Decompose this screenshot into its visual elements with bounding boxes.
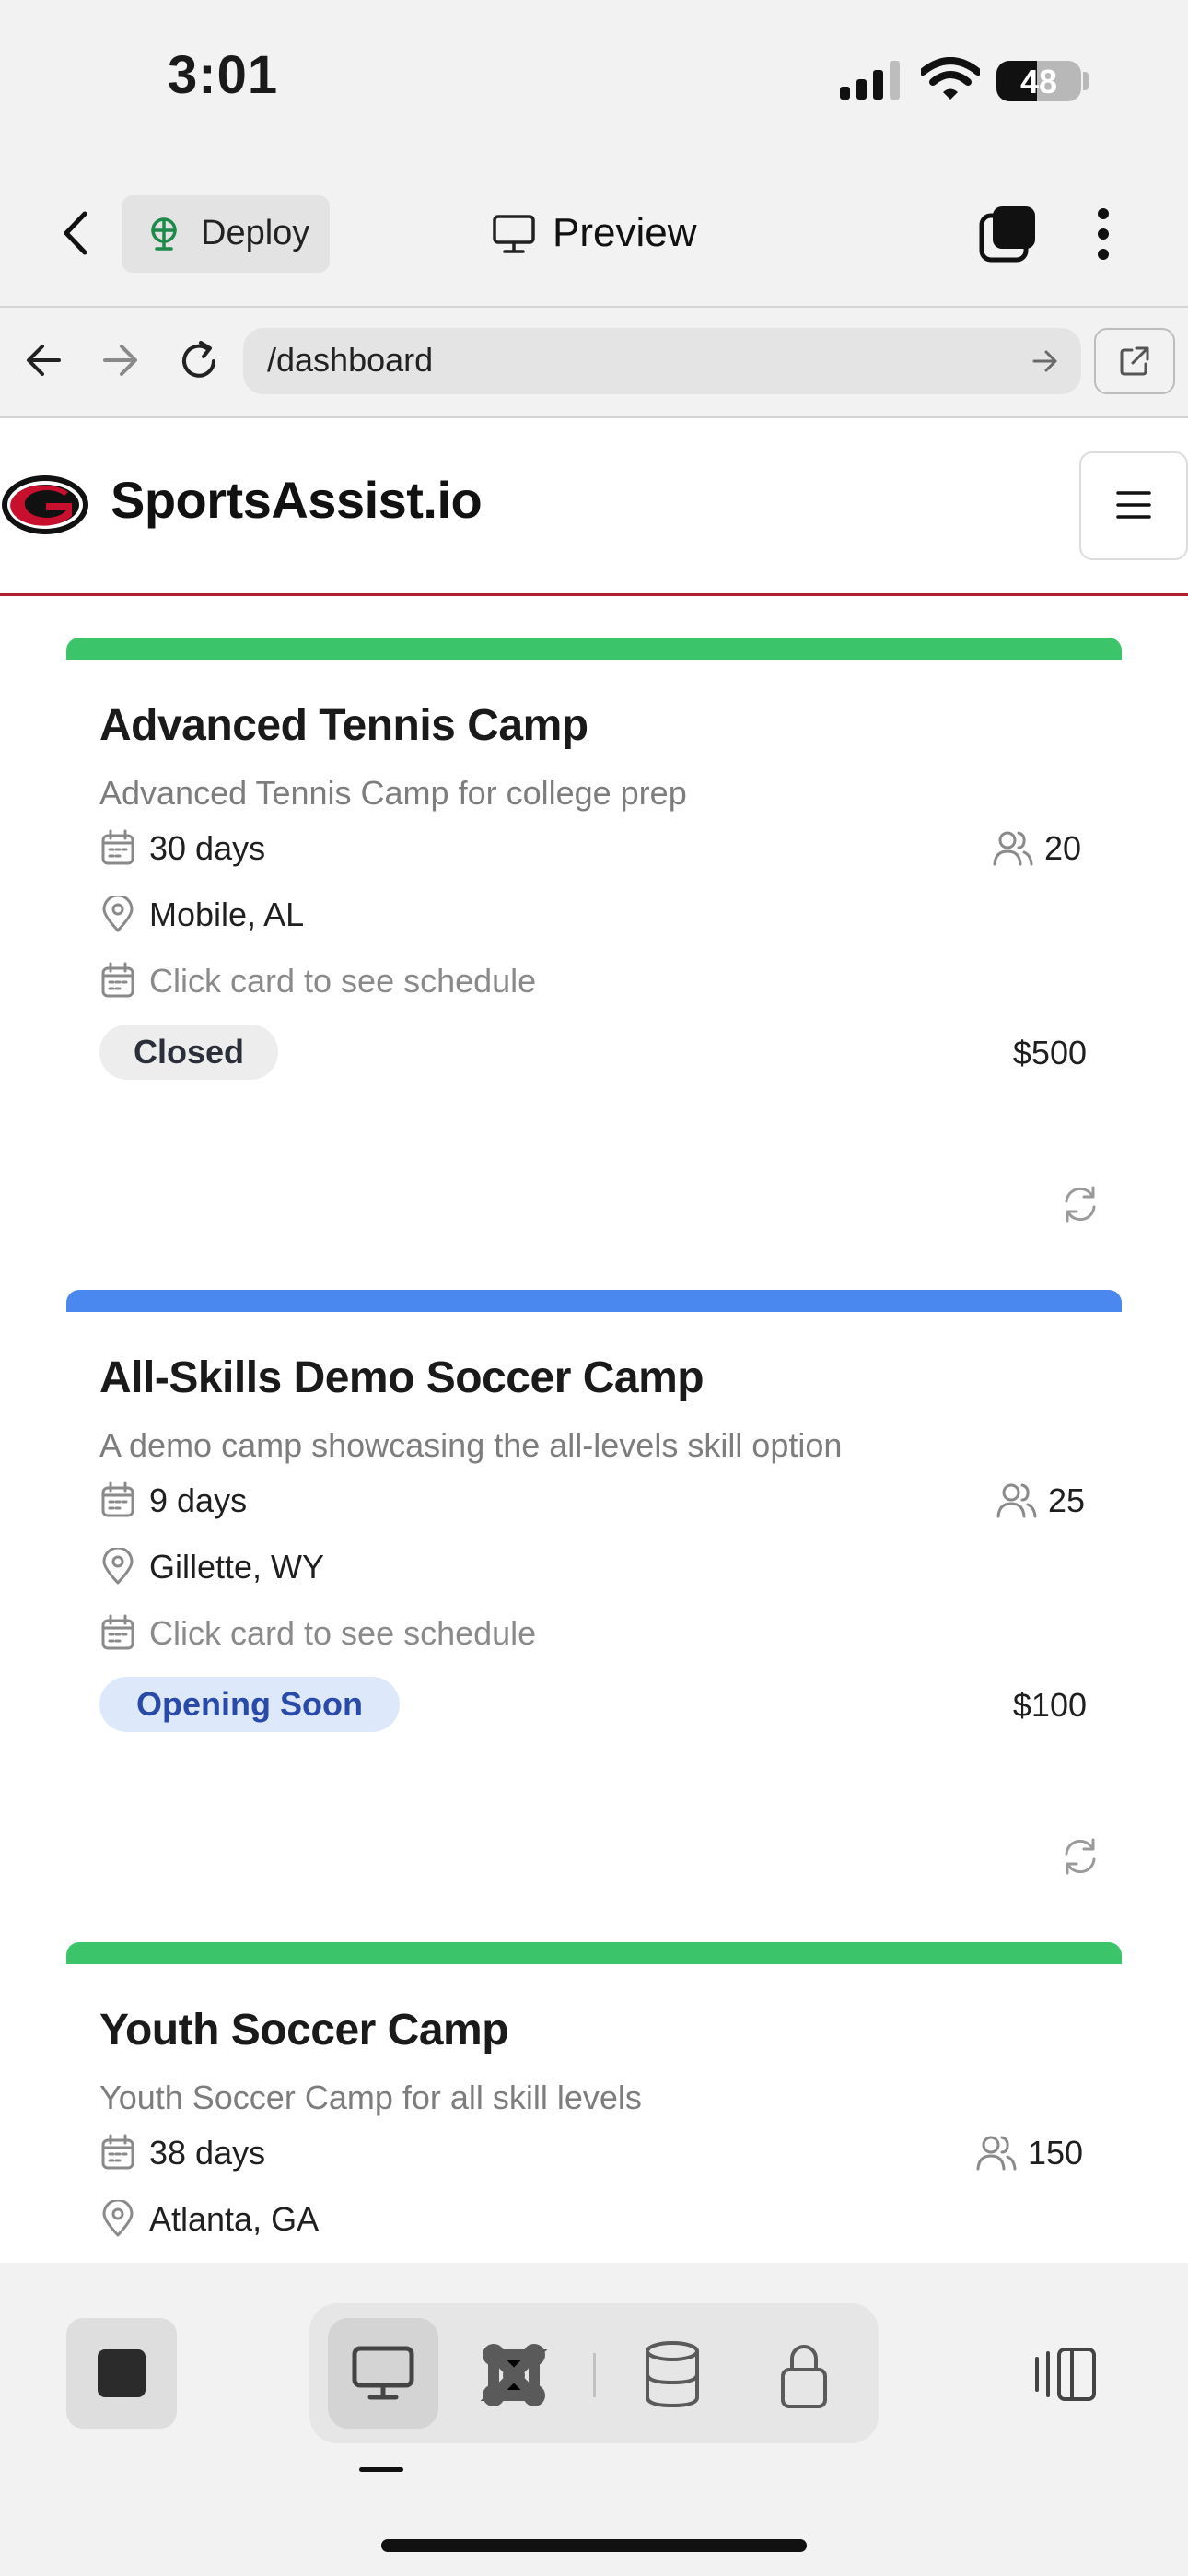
calendar-icon	[101, 1481, 134, 1517]
brand-name[interactable]: SportsAssist.io	[111, 470, 483, 530]
camp-duration: 30 days	[149, 829, 266, 867]
calendar-icon	[101, 829, 134, 865]
camp-title[interactable]: Advanced Tennis Camp	[99, 700, 588, 751]
url-text: /dashboard	[267, 341, 434, 379]
home-indicator	[381, 2539, 807, 2552]
schedule-link[interactable]: Click card to see schedule	[149, 1614, 536, 1653]
calendar-icon	[101, 962, 134, 998]
back-arrow-icon[interactable]	[24, 343, 63, 378]
deploy-label: Deploy	[201, 214, 310, 252]
hamburger-menu-icon	[1116, 491, 1151, 519]
camp-capacity: 150	[1028, 2134, 1084, 2172]
map-pin-icon	[102, 2200, 134, 2237]
card-accent-bar	[66, 1290, 1122, 1312]
users-icon	[996, 1483, 1037, 1518]
database-icon[interactable]	[643, 2340, 702, 2408]
map-pin-icon	[102, 896, 134, 932]
external-link-icon	[1120, 346, 1149, 376]
stop-icon	[98, 2349, 146, 2397]
reload-icon[interactable]	[177, 339, 221, 383]
battery-icon: 48	[996, 61, 1081, 101]
camp-price: $100	[1012, 1686, 1087, 1724]
panel-toggle-icon[interactable]	[1033, 2346, 1098, 2403]
brand-logo[interactable]	[0, 474, 90, 536]
card-accent-bar	[66, 1942, 1122, 1964]
refresh-icon[interactable]	[1059, 1835, 1101, 1878]
cellular-signal-icon	[840, 61, 900, 100]
camp-capacity: 20	[1044, 829, 1082, 867]
camp-price: $500	[1012, 1034, 1087, 1071]
more-vertical-icon[interactable]	[1094, 206, 1112, 262]
camp-location: Gillette, WY	[149, 1548, 325, 1586]
users-icon	[976, 2136, 1017, 2171]
schedule-link[interactable]: Click card to see schedule	[149, 962, 536, 1001]
battery-cap	[1083, 72, 1089, 90]
map-pin-icon	[102, 1548, 134, 1585]
view-switcher-divider	[593, 2353, 596, 2397]
camp-title[interactable]: All-Skills Demo Soccer Camp	[99, 1352, 705, 1403]
tabs-icon[interactable]	[978, 205, 1037, 263]
active-tab-indicator	[359, 2467, 403, 2472]
card-accent-bar	[66, 638, 1122, 660]
workflow-icon[interactable]	[479, 2340, 549, 2410]
users-icon	[993, 831, 1033, 866]
lock-icon[interactable]	[779, 2338, 829, 2410]
status-time: 3:01	[168, 45, 279, 105]
go-arrow-icon[interactable]	[1031, 348, 1059, 374]
camp-capacity: 25	[1048, 1481, 1086, 1519]
camp-description: Advanced Tennis Camp for college prep	[99, 774, 687, 812]
camp-description: A demo camp showcasing the all-levels sk…	[99, 1426, 843, 1464]
monitor-icon	[493, 215, 535, 253]
calendar-icon	[101, 1614, 134, 1650]
calendar-icon	[101, 2134, 134, 2170]
camp-title[interactable]: Youth Soccer Camp	[99, 2005, 509, 2055]
camp-duration: 38 days	[149, 2134, 266, 2172]
battery-percent: 48	[1019, 63, 1058, 100]
forward-arrow-icon[interactable]	[101, 343, 140, 378]
camp-description: Youth Soccer Camp for all skill levels	[99, 2078, 642, 2116]
chevron-left-icon[interactable]	[61, 210, 92, 256]
globe-icon	[151, 217, 177, 251]
refresh-icon[interactable]	[1059, 1183, 1101, 1225]
preview-title[interactable]: Preview	[553, 210, 697, 256]
camp-location: Mobile, AL	[149, 896, 305, 933]
camp-location: Atlanta, GA	[149, 2200, 320, 2238]
status-badge: Closed	[99, 1025, 278, 1080]
camp-duration: 9 days	[149, 1481, 248, 1519]
wifi-icon	[921, 57, 980, 100]
status-badge: Opening Soon	[99, 1677, 400, 1732]
monitor-icon	[352, 2346, 414, 2400]
